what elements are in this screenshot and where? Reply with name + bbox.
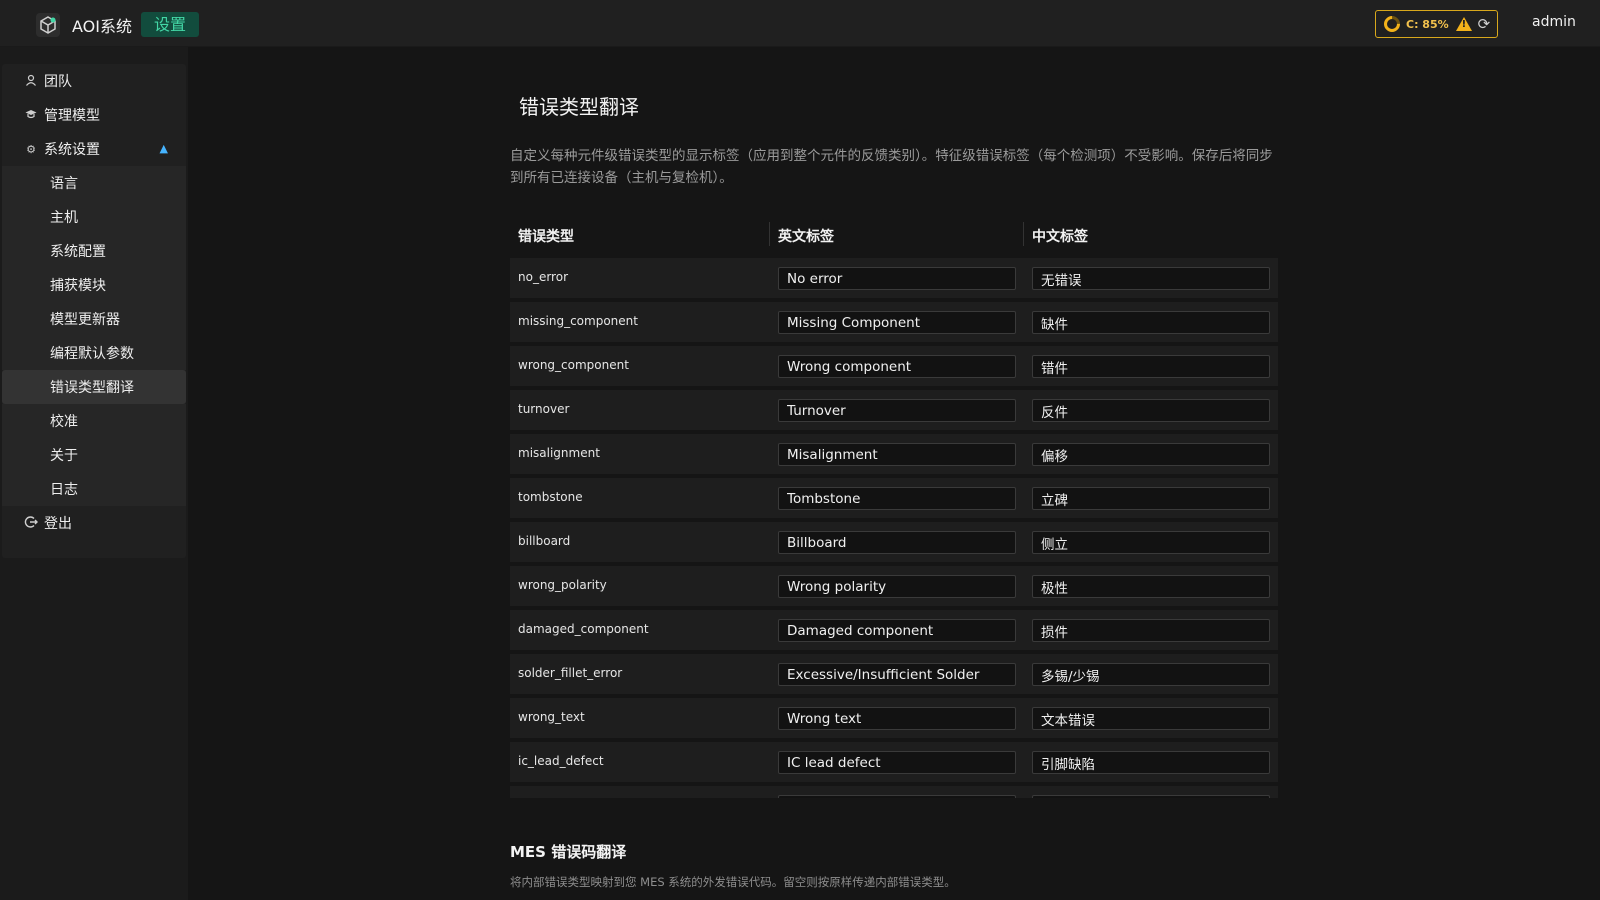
column-divider <box>769 222 770 246</box>
app-logo-icon[interactable] <box>36 13 60 37</box>
table-row: turnover <box>510 390 1278 430</box>
chinese-label-input[interactable] <box>1032 663 1270 686</box>
column-header-zh-label: 中文标签 <box>1032 229 1088 245</box>
table-row: missing_component <box>510 302 1278 342</box>
status-text: C: 85% <box>1406 17 1449 31</box>
warning-icon <box>1455 17 1472 31</box>
sidebar-subitem-programming-defaults[interactable]: 编程默认参数 <box>2 336 186 370</box>
sidebar-item-label: 系统设置 <box>44 142 100 158</box>
error-type-code: misalignment <box>518 446 600 460</box>
page-badge: 设置 <box>141 12 200 37</box>
english-label-input[interactable] <box>778 575 1016 598</box>
chinese-label-input[interactable] <box>1032 575 1270 598</box>
mes-section-title: MES 错误码翻译 <box>510 843 627 861</box>
mes-section-description: 将内部错误类型映射到您 MES 系统的外发错误代码。留空则按原样传递内部错误类型… <box>510 875 956 889</box>
page-description: 自定义每种元件级错误类型的显示标签（应用到整个元件的反馈类别）。特征级错误标签（… <box>510 148 1273 186</box>
chevron-up-icon[interactable]: ▲ <box>160 142 168 155</box>
error-type-code: damaged_component <box>518 622 649 636</box>
error-type-code: wrong_polarity <box>518 578 607 592</box>
chinese-label-input[interactable] <box>1032 355 1270 378</box>
english-label-input[interactable] <box>778 751 1016 774</box>
chinese-label-input[interactable] <box>1032 267 1270 290</box>
app-title: AOI系统 <box>72 17 132 36</box>
sidebar: 团队 管理模型 ⚙ 系统设置 ▲ 语言 主机 系统配置 捕获模块 模型更新器 编… <box>0 47 188 900</box>
page-title: 错误类型翻译 <box>519 95 639 119</box>
english-label-input[interactable] <box>778 355 1016 378</box>
table-header: 错误类型 英文标签 中文标签 <box>510 218 1278 252</box>
progress-ring-icon <box>1380 12 1404 36</box>
english-label-input[interactable] <box>778 531 1016 554</box>
sidebar-subitem-host[interactable]: 主机 <box>2 200 186 234</box>
top-bar: AOI系统 设置 C: 85% ⟳ admin <box>0 0 1600 47</box>
english-label-input[interactable] <box>778 619 1016 642</box>
chinese-label-input[interactable] <box>1032 487 1270 510</box>
english-label-input[interactable] <box>778 663 1016 686</box>
sidebar-item-logout[interactable]: 登出 <box>2 506 186 540</box>
sidebar-subitem-capture-module[interactable]: 捕获模块 <box>2 268 186 302</box>
refresh-icon[interactable]: ⟳ <box>1478 15 1491 33</box>
english-label-input[interactable] <box>778 311 1016 334</box>
english-label-input[interactable] <box>778 795 1016 798</box>
status-indicator[interactable]: C: 85% ⟳ <box>1375 10 1498 38</box>
chinese-label-input[interactable] <box>1032 795 1270 798</box>
english-label-input[interactable] <box>778 267 1016 290</box>
table-row: wrong_component <box>510 346 1278 386</box>
table-row: tombstone <box>510 478 1278 518</box>
english-label-input[interactable] <box>778 399 1016 422</box>
chinese-label-input[interactable] <box>1032 707 1270 730</box>
user-name[interactable]: admin <box>1532 14 1576 30</box>
sidebar-subitem-system-config[interactable]: 系统配置 <box>2 234 186 268</box>
error-type-code: solder_fillet_error <box>518 666 623 680</box>
error-type-code: no_error <box>518 270 568 284</box>
sidebar-subitem-logs[interactable]: 日志 <box>2 472 186 506</box>
table-row: misalignment <box>510 434 1278 474</box>
table-row: wrong_polarity <box>510 566 1278 606</box>
error-type-code: tombstone <box>518 490 583 504</box>
error-type-code: billboard <box>518 534 571 548</box>
sidebar-item-models[interactable]: 管理模型 <box>2 98 186 132</box>
column-header-en-label: 英文标签 <box>778 229 834 245</box>
table-row: billboard <box>510 522 1278 562</box>
sidebar-subitem-model-updater[interactable]: 模型更新器 <box>2 302 186 336</box>
table-row: damaged_component <box>510 610 1278 650</box>
chinese-label-input[interactable] <box>1032 399 1270 422</box>
user-icon <box>24 74 38 89</box>
error-type-code: ic_lead_defect <box>518 754 604 768</box>
error-type-code: missing_component <box>518 314 638 328</box>
chinese-label-input[interactable] <box>1032 751 1270 774</box>
error-type-table: 错误类型 英文标签 中文标签 no_error missing_component… <box>510 218 1278 798</box>
logout-icon <box>24 515 38 532</box>
english-label-input[interactable] <box>778 487 1016 510</box>
sidebar-item-system-settings[interactable]: ⚙ 系统设置 ▲ <box>2 132 186 166</box>
error-type-code: wrong_component <box>518 358 629 372</box>
table-row: no_error <box>510 258 1278 298</box>
sidebar-item-team[interactable]: 团队 <box>2 64 186 98</box>
table-row: wrong_text <box>510 698 1278 738</box>
chinese-label-input[interactable] <box>1032 531 1270 554</box>
column-header-error-type: 错误类型 <box>518 229 574 245</box>
nav-panel: 团队 管理模型 ⚙ 系统设置 ▲ 语言 主机 系统配置 捕获模块 模型更新器 编… <box>2 64 186 558</box>
sidebar-item-label: 团队 <box>44 74 72 90</box>
chinese-label-input[interactable] <box>1032 619 1270 642</box>
sidebar-subitem-about[interactable]: 关于 <box>2 438 186 472</box>
sidebar-item-label: 管理模型 <box>44 108 100 124</box>
sidebar-subitem-calibration[interactable]: 校准 <box>2 404 186 438</box>
chinese-label-input[interactable] <box>1032 443 1270 466</box>
sidebar-item-label: 登出 <box>44 516 72 532</box>
table-row <box>510 786 1278 798</box>
column-divider <box>1023 222 1024 246</box>
table-row: ic_lead_defect <box>510 742 1278 782</box>
table-row: solder_fillet_error <box>510 654 1278 694</box>
error-type-code: turnover <box>518 402 570 416</box>
sidebar-subitem-error-type-translation[interactable]: 错误类型翻译 <box>2 370 186 404</box>
english-label-input[interactable] <box>778 707 1016 730</box>
english-label-input[interactable] <box>778 443 1016 466</box>
graduation-cap-icon <box>24 108 38 123</box>
error-type-code: wrong_text <box>518 710 585 724</box>
sidebar-subitem-language[interactable]: 语言 <box>2 166 186 200</box>
gear-icon: ⚙ <box>26 142 36 156</box>
chinese-label-input[interactable] <box>1032 311 1270 334</box>
